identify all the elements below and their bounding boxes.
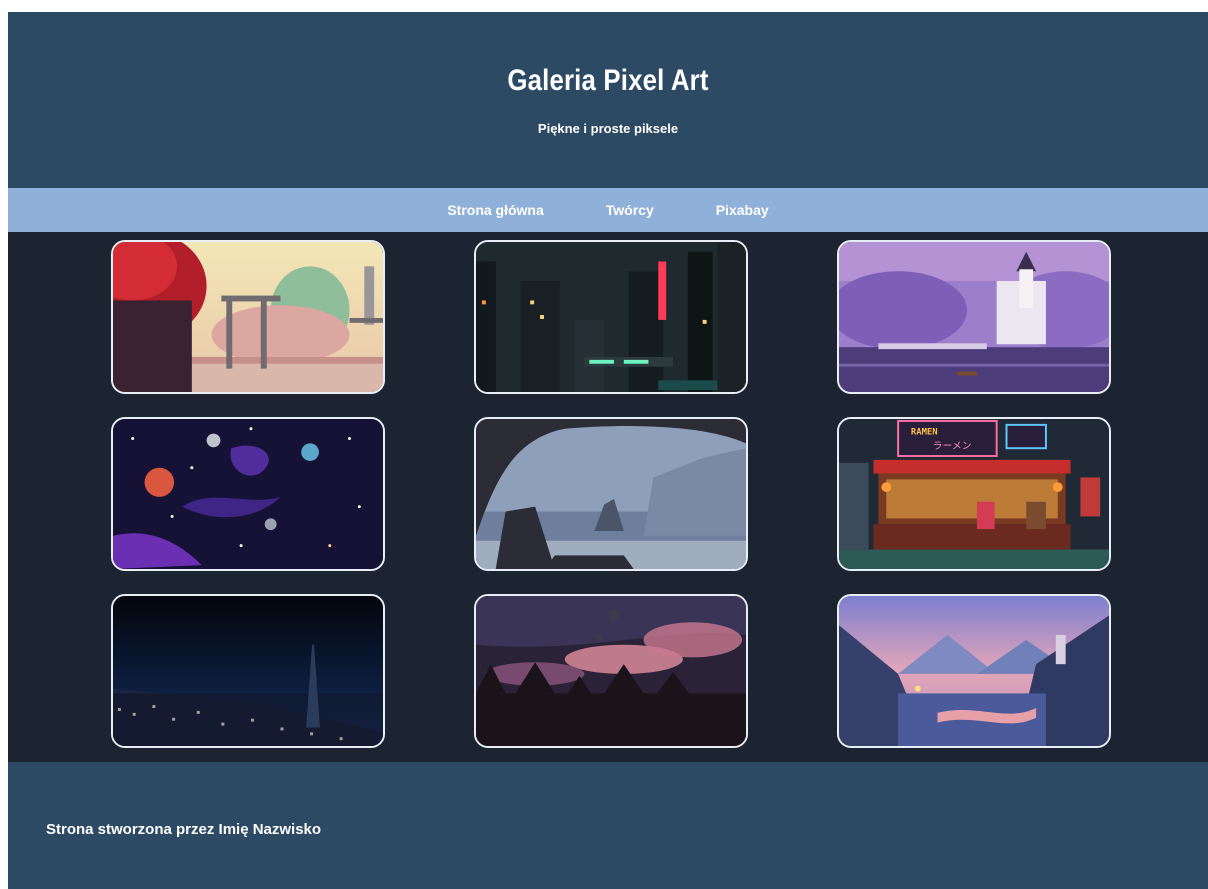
nav-link-pixabay[interactable]: Pixabay: [716, 202, 769, 218]
gallery-item-night-sky-forest[interactable]: [474, 594, 748, 748]
night-city-image: [113, 596, 383, 746]
nav-link-home[interactable]: Strona główna: [447, 202, 543, 218]
gallery-item-forest-ruins[interactable]: [111, 240, 385, 394]
gallery-item-sea-cave[interactable]: [474, 417, 748, 571]
site-header: Galeria Pixel Art Piękne i proste piksel…: [8, 12, 1208, 188]
nav-link-creators[interactable]: Twórcy: [606, 202, 654, 218]
gallery-item-cyberpunk-city[interactable]: [474, 240, 748, 394]
ramen-shop-image: RAMEN ラーメン: [839, 419, 1109, 569]
forest-ruins-image: [113, 242, 383, 392]
main-nav: Strona główna Twórcy Pixabay: [8, 188, 1208, 232]
sea-cave-image: [476, 419, 746, 569]
castle-lake-image: [839, 242, 1109, 392]
page-frame: Galeria Pixel Art Piękne i proste piksel…: [8, 12, 1208, 889]
gallery-item-ramen-shop[interactable]: RAMEN ラーメン: [837, 417, 1111, 571]
ramen-kana-text: ラーメン: [933, 440, 972, 452]
page-subtitle: Piękne i proste piksele: [537, 121, 679, 136]
ramen-sign-text: RAMEN: [911, 428, 938, 438]
gallery-grid: RAMEN ラーメン: [8, 232, 1208, 762]
mountain-valley-image: [839, 596, 1109, 746]
cyberpunk-city-image: [476, 242, 746, 392]
space-nebula-image: [113, 419, 383, 569]
gallery-item-mountain-valley[interactable]: [837, 594, 1111, 748]
gallery-item-castle-lake[interactable]: [837, 240, 1111, 394]
gallery-item-night-city[interactable]: [111, 594, 385, 748]
page-title: Galeria Pixel Art: [507, 64, 709, 97]
footer-credit: Strona stworzona przez Imię Nazwisko: [46, 821, 322, 838]
site-footer: Strona stworzona przez Imię Nazwisko: [8, 762, 1208, 889]
gallery-item-space-nebula[interactable]: [111, 417, 385, 571]
night-sky-forest-image: [476, 596, 746, 746]
